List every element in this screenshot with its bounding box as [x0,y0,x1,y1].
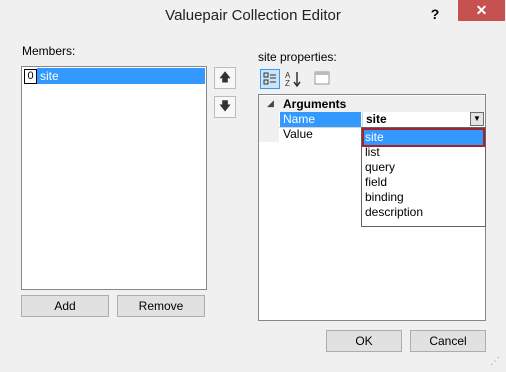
property-value-name[interactable]: site [364,112,470,127]
category-label: Arguments [283,97,347,111]
category-row[interactable]: ◢ Arguments [259,96,485,112]
property-pages-icon [314,71,330,85]
name-dropdown-list[interactable]: site list query field binding descriptio… [361,127,486,227]
member-index: 0 [24,69,37,84]
dropdown-option-query[interactable]: query [364,160,483,175]
list-item[interactable]: 0 site [23,68,205,84]
svg-text:Z: Z [285,79,290,88]
dropdown-option-list[interactable]: list [364,145,483,160]
alphabetical-icon: A Z [285,71,301,88]
dropdown-option-binding[interactable]: binding [364,190,483,205]
properties-label: site properties: [258,50,337,64]
move-down-button[interactable]: 🡇 [214,96,236,118]
cancel-button[interactable]: Cancel [410,330,486,352]
arrow-up-icon: 🡅 [218,70,232,84]
member-name[interactable]: site [37,68,205,84]
close-button[interactable]: ✕ [458,0,505,21]
move-up-button[interactable]: 🡅 [214,67,236,89]
ok-button[interactable]: OK [326,330,402,352]
dropdown-option-site[interactable]: site [362,128,485,147]
resize-grip-icon[interactable]: ⋰ [490,356,500,367]
title-bar: Valuepair Collection Editor ? ✕ [0,0,506,32]
members-list[interactable]: 0 site [21,66,207,290]
dropdown-option-field[interactable]: field [364,175,483,190]
alphabetical-button[interactable]: A Z [283,69,303,89]
dropdown-button[interactable]: ▼ [470,112,484,126]
categorized-button[interactable] [260,69,280,89]
help-button[interactable]: ? [425,4,445,24]
dropdown-option-description[interactable]: description [364,205,483,220]
collapse-icon[interactable]: ◢ [267,98,274,109]
property-name-value[interactable]: Value [280,127,361,142]
arrow-down-icon: 🡇 [218,99,232,113]
chevron-down-icon: ▼ [473,114,481,123]
property-pages-button[interactable] [312,69,332,89]
categorized-icon [263,72,276,85]
members-label: Members: [22,44,76,58]
add-button[interactable]: Add [21,295,109,317]
grid-gutter [259,112,279,142]
remove-button[interactable]: Remove [117,295,205,317]
property-name-name[interactable]: Name [280,112,361,127]
